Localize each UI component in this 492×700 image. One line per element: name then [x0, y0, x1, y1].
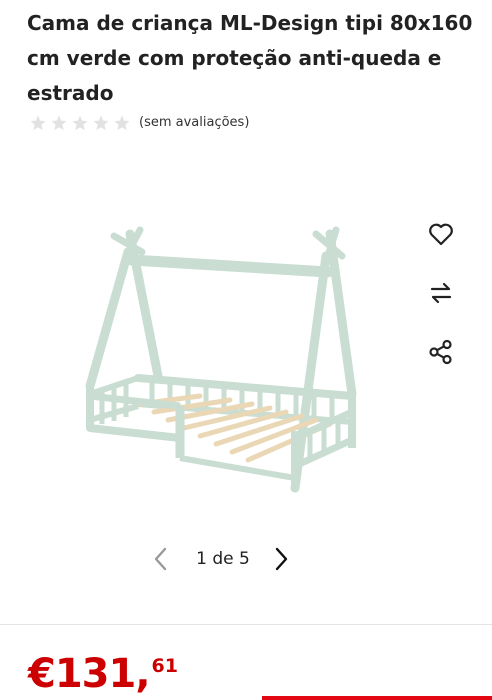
star-empty-icon	[29, 114, 47, 132]
product-rating[interactable]: (sem avaliações)	[29, 113, 249, 133]
product-price: €131, 61	[28, 648, 178, 700]
chevron-right-icon	[267, 547, 297, 578]
favorite-button[interactable]	[425, 218, 457, 250]
image-pager: 1 de 5	[145, 540, 305, 578]
star-empty-icon	[50, 114, 68, 132]
compare-arrows-icon	[429, 282, 453, 304]
price-main: €131,	[28, 651, 151, 697]
heart-icon	[428, 222, 454, 246]
reviews-count-label[interactable]: (sem avaliações)	[139, 113, 249, 133]
add-to-cart-button-edge[interactable]	[262, 696, 492, 700]
divider	[0, 624, 492, 625]
star-empty-icon	[92, 114, 110, 132]
compare-button[interactable]	[425, 277, 457, 309]
rating-stars	[29, 114, 134, 132]
product-title: Cama de criança ML-Design tipi 80x160 cm…	[27, 11, 473, 105]
previous-image-button[interactable]	[145, 544, 175, 574]
share-button[interactable]	[425, 336, 457, 368]
next-image-button[interactable]	[267, 544, 297, 574]
share-icon	[428, 339, 454, 365]
star-empty-icon	[113, 114, 131, 132]
price-cents: 61	[151, 655, 178, 677]
image-counter: 1 de 5	[196, 549, 250, 569]
chevron-left-icon	[145, 547, 175, 578]
star-empty-icon	[71, 114, 89, 132]
product-image[interactable]	[80, 226, 365, 501]
